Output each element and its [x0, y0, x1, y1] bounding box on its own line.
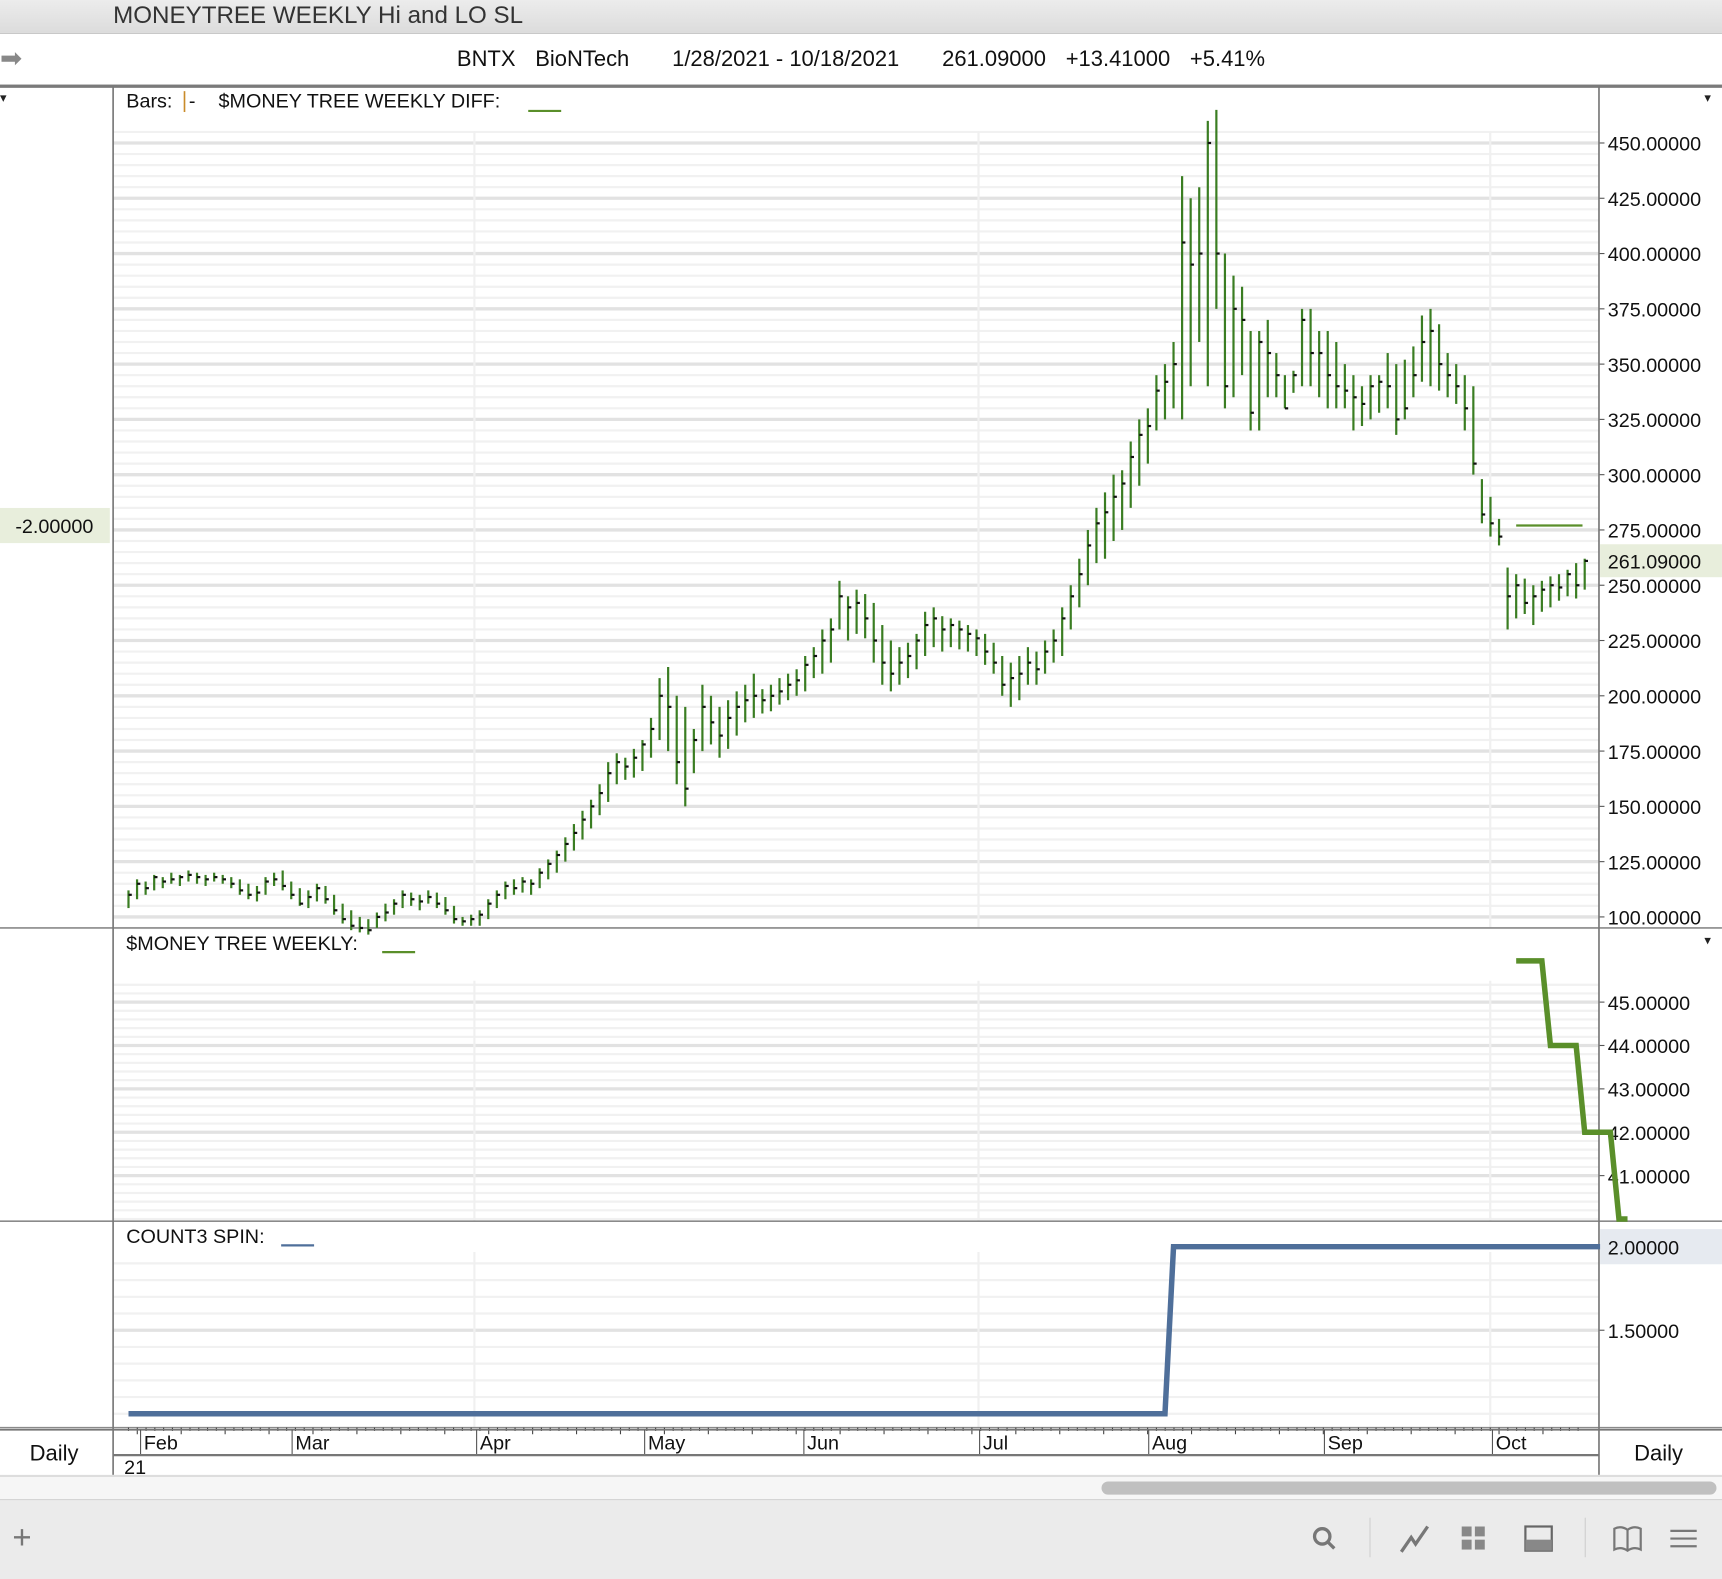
y-tick-label: 375.00000: [1608, 300, 1701, 322]
panel-menu-icon[interactable]: ▾: [1704, 90, 1711, 105]
price-legend-label: $MONEY TREE WEEKLY DIFF:: [219, 91, 501, 113]
month-label: Feb: [144, 1433, 178, 1455]
left-value-label: -2.00000: [15, 516, 93, 538]
y-tick-label: 425.00000: [1608, 189, 1701, 211]
period-left[interactable]: Daily: [30, 1442, 79, 1467]
y-tick-label: 175.00000: [1608, 742, 1701, 764]
y-tick-label: 125.00000: [1608, 852, 1701, 874]
y-tick-label: 1.50000: [1608, 1321, 1679, 1343]
y-tick-label: 43.00000: [1608, 1080, 1690, 1102]
count-legend-label: COUNT3 SPIN:: [126, 1226, 264, 1248]
bottom-toolbar: +: [0, 1499, 1722, 1579]
month-label: Oct: [1496, 1433, 1527, 1455]
last-price-label: 261.09000: [1608, 551, 1701, 573]
y-tick-label: 150.00000: [1608, 797, 1701, 819]
grid-icon[interactable]: [1457, 1522, 1490, 1555]
y-tick-label: 44.00000: [1608, 1036, 1690, 1058]
y-tick-label: 45.00000: [1608, 993, 1690, 1015]
y-tick-label: 300.00000: [1608, 465, 1701, 487]
toolbar-divider: [1369, 1517, 1371, 1558]
horizontal-scrollbar[interactable]: [0, 1477, 1722, 1500]
panel-menu-icon[interactable]: ▾: [0, 90, 7, 105]
layout-icon[interactable]: [1522, 1522, 1555, 1555]
line-chart-icon[interactable]: [1398, 1522, 1431, 1555]
mtw-legend-label: $MONEY TREE WEEKLY:: [126, 933, 358, 955]
y-tick-label: 325.00000: [1608, 410, 1701, 432]
month-label: Apr: [480, 1433, 511, 1455]
y-tick-label: 250.00000: [1608, 576, 1701, 598]
y-tick-label: 400.00000: [1608, 244, 1701, 266]
month-label: Sep: [1328, 1433, 1363, 1455]
period-right[interactable]: Daily: [1634, 1442, 1683, 1467]
month-label: Aug: [1152, 1433, 1187, 1455]
y-tick-label: 450.00000: [1608, 134, 1701, 156]
y-tick-label: 225.00000: [1608, 631, 1701, 653]
scrollbar-thumb[interactable]: [1101, 1481, 1717, 1495]
y-tick-label: 100.00000: [1608, 908, 1701, 930]
book-icon[interactable]: [1611, 1522, 1644, 1555]
chart-area[interactable]: 450.00000 425.00000 400.00000 375.00000 350.…: [0, 0, 1722, 1477]
plus-icon[interactable]: +: [5, 1522, 38, 1555]
bars-legend-dash: -: [189, 91, 196, 113]
month-label: Jun: [807, 1433, 839, 1455]
month-label: Mar: [295, 1433, 329, 1455]
y-tick-label: 275.00000: [1608, 521, 1701, 543]
toolbar-divider: [1584, 1517, 1586, 1558]
count-value-label: 2.00000: [1608, 1237, 1679, 1259]
y-tick-label: 42.00000: [1608, 1123, 1690, 1145]
y-tick-label: 350.00000: [1608, 355, 1701, 377]
menu-icon[interactable]: [1667, 1522, 1700, 1555]
year-label: 21: [124, 1457, 146, 1477]
month-label: May: [648, 1433, 685, 1455]
search-icon[interactable]: [1308, 1522, 1341, 1555]
panel-menu-icon[interactable]: ▾: [1704, 932, 1711, 947]
month-label: Jul: [983, 1433, 1008, 1455]
y-tick-label: 200.00000: [1608, 686, 1701, 708]
chart-window: MONEYTREE WEEKLY Hi and LO SL ➡ BNTX BioN…: [0, 0, 1722, 1579]
bars-legend-label: Bars:: [126, 91, 172, 113]
y-tick-label: 41.00000: [1608, 1166, 1690, 1188]
